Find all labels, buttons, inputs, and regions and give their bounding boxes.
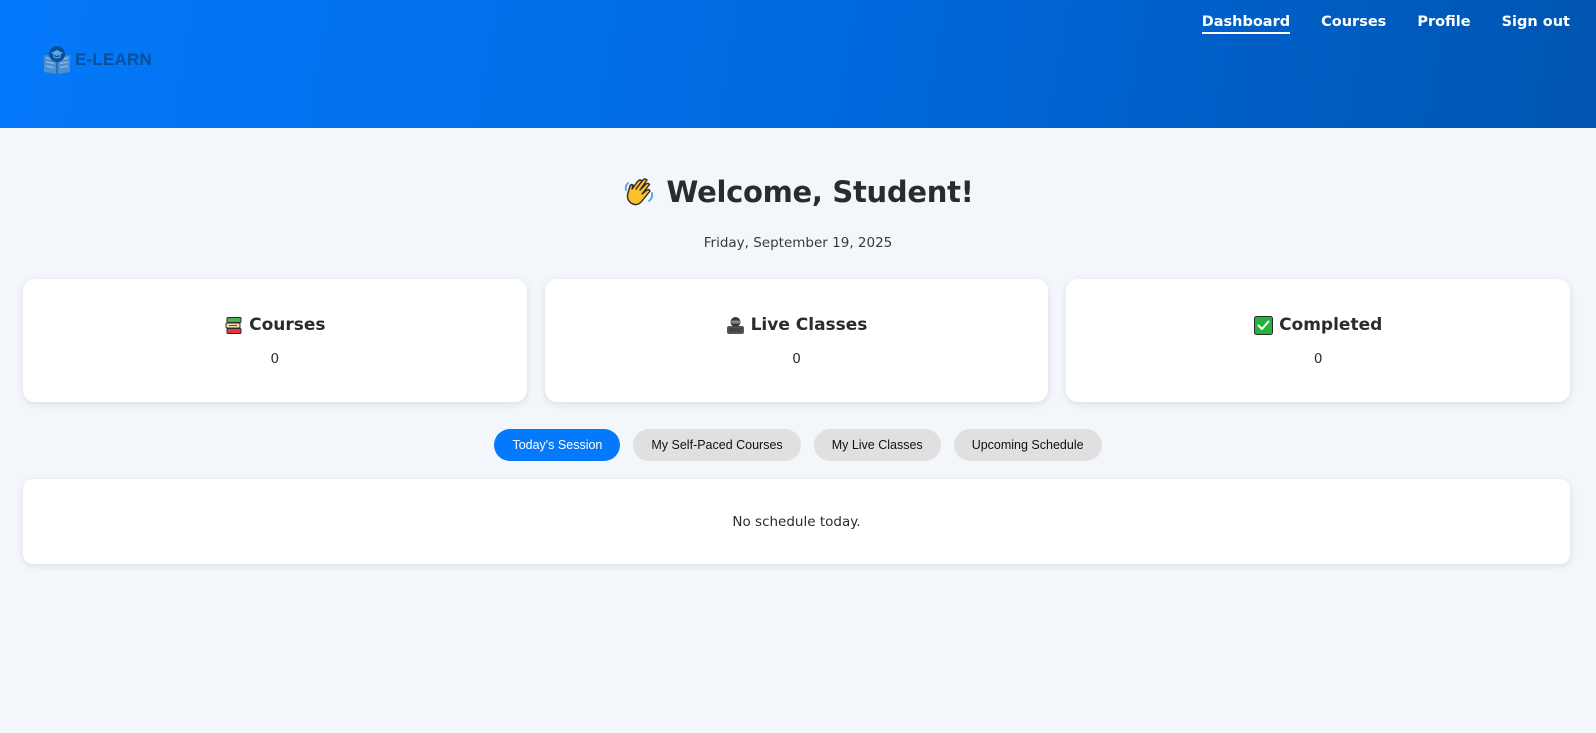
nav-profile[interactable]: Profile: [1417, 14, 1470, 34]
welcome-title: Welcome, Student!: [666, 175, 974, 209]
book-graduation-icon: [43, 45, 71, 75]
check-box-icon: [1254, 315, 1274, 335]
stat-label: Courses: [249, 315, 326, 335]
empty-schedule-message: No schedule today.: [732, 513, 861, 530]
stat-card-courses: Courses 0: [23, 279, 527, 402]
nav-courses[interactable]: Courses: [1321, 14, 1386, 34]
stats-cards: Courses 0 Live Classes 0 Completed 0: [23, 279, 1571, 402]
stat-value: 0: [270, 351, 280, 367]
tab-live-classes[interactable]: My Live Classes: [813, 429, 941, 461]
schedule-panel: No schedule today.: [23, 479, 1570, 564]
top-header: E-LEARN Dashboard Courses Profile Sign o…: [0, 0, 1596, 128]
main-nav: Dashboard Courses Profile Sign out: [1201, 14, 1570, 34]
stat-card-live-classes: Live Classes 0: [544, 279, 1049, 402]
stat-value: 0: [792, 351, 801, 367]
current-date: Friday, September 19, 2025: [703, 235, 893, 251]
books-icon: [224, 316, 243, 335]
nav-dashboard[interactable]: Dashboard: [1201, 14, 1291, 34]
stat-label: Live Classes: [750, 315, 868, 335]
welcome-heading: Welcome, Student!: [0, 175, 1596, 209]
logo-text: E-LEARN: [75, 50, 152, 69]
logo[interactable]: E-LEARN: [43, 45, 152, 75]
nav-sign-out[interactable]: Sign out: [1502, 14, 1570, 34]
tab-self-paced-courses[interactable]: My Self-Paced Courses: [633, 429, 801, 461]
teacher-icon: [726, 316, 745, 335]
session-tabs: Today's Session My Self-Paced Courses My…: [0, 429, 1596, 461]
waving-hand-icon: [622, 175, 656, 209]
stat-card-completed: Completed 0: [1066, 279, 1571, 402]
tab-todays-session[interactable]: Today's Session: [494, 429, 621, 461]
stat-label: Completed: [1279, 315, 1383, 335]
stat-value: 0: [1313, 351, 1323, 367]
tab-upcoming-schedule[interactable]: Upcoming Schedule: [953, 429, 1102, 461]
